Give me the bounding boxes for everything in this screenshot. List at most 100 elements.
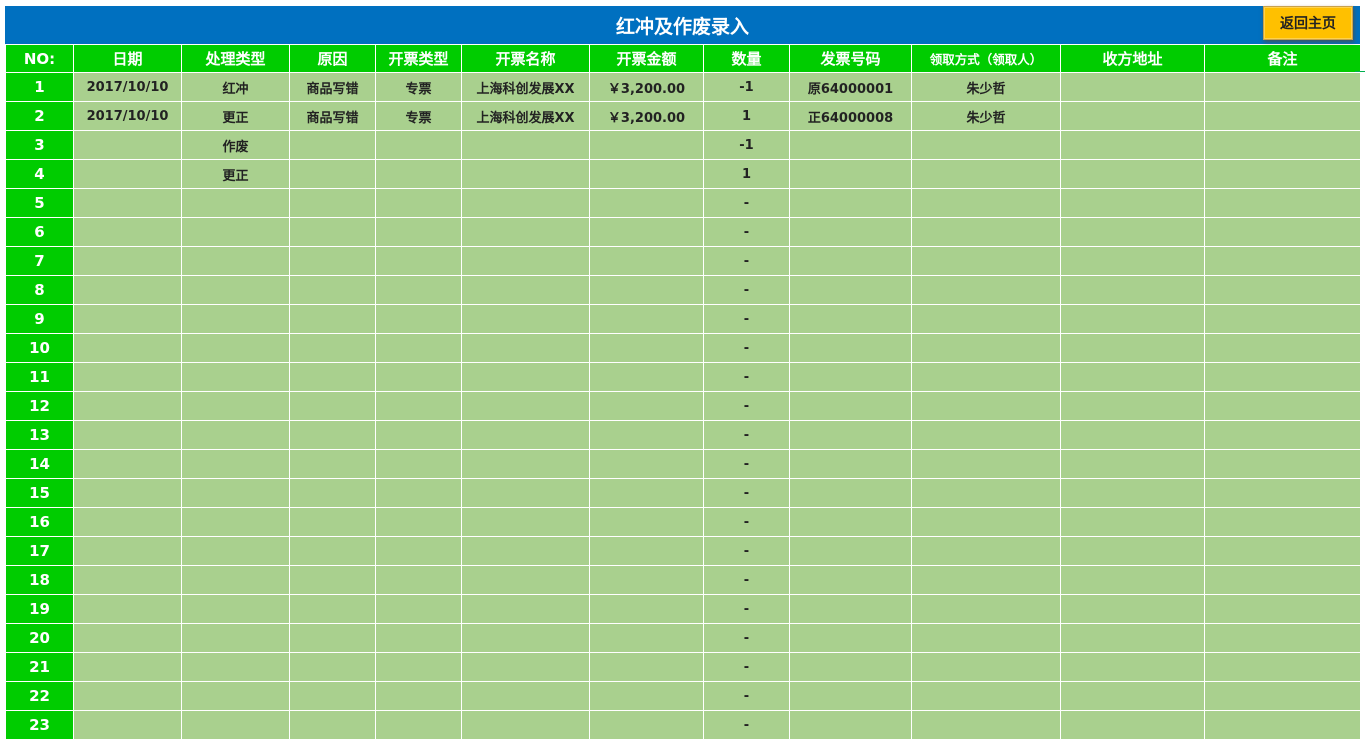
receiver-cell[interactable]: 朱少哲 — [911, 101, 1061, 131]
receiver-cell[interactable] — [911, 623, 1061, 653]
quantity-cell[interactable]: -1 — [703, 72, 790, 102]
invoice-type-cell[interactable] — [375, 246, 462, 276]
date-cell[interactable] — [73, 304, 182, 334]
amount-cell[interactable]: ￥3,200.00 — [589, 72, 704, 102]
date-cell[interactable] — [73, 391, 182, 421]
reason-cell[interactable]: 商品写错 — [289, 101, 376, 131]
date-cell[interactable] — [73, 710, 182, 740]
reason-cell[interactable] — [289, 594, 376, 624]
invoice-number-cell[interactable] — [789, 536, 912, 566]
reason-cell[interactable] — [289, 159, 376, 189]
note-cell[interactable] — [1204, 72, 1360, 102]
invoice-type-cell[interactable] — [375, 507, 462, 537]
process-type-cell[interactable]: 作废 — [181, 130, 290, 160]
note-cell[interactable] — [1204, 304, 1360, 334]
process-type-cell[interactable] — [181, 449, 290, 479]
invoice-name-cell[interactable]: 上海科创发展XX — [461, 72, 590, 102]
note-cell[interactable] — [1204, 623, 1360, 653]
address-cell[interactable] — [1060, 159, 1205, 189]
reason-cell[interactable] — [289, 652, 376, 682]
note-cell[interactable] — [1204, 362, 1360, 392]
invoice-name-cell[interactable] — [461, 420, 590, 450]
invoice-number-cell[interactable] — [789, 478, 912, 508]
invoice-name-cell[interactable]: 上海科创发展XX — [461, 101, 590, 131]
quantity-cell[interactable]: - — [703, 217, 790, 247]
address-cell[interactable] — [1060, 536, 1205, 566]
process-type-cell[interactable]: 红冲 — [181, 72, 290, 102]
process-type-cell[interactable] — [181, 275, 290, 305]
address-cell[interactable] — [1060, 391, 1205, 421]
process-type-cell[interactable] — [181, 652, 290, 682]
note-cell[interactable] — [1204, 130, 1360, 160]
amount-cell[interactable] — [589, 362, 704, 392]
date-cell[interactable] — [73, 217, 182, 247]
date-cell[interactable] — [73, 130, 182, 160]
amount-cell[interactable] — [589, 623, 704, 653]
return-home-button[interactable]: 返回主页 — [1263, 6, 1353, 40]
quantity-cell[interactable]: - — [703, 420, 790, 450]
receiver-cell[interactable] — [911, 188, 1061, 218]
invoice-name-cell[interactable] — [461, 594, 590, 624]
note-cell[interactable] — [1204, 333, 1360, 363]
quantity-cell[interactable]: - — [703, 594, 790, 624]
receiver-cell[interactable]: 朱少哲 — [911, 72, 1061, 102]
invoice-number-cell[interactable] — [789, 159, 912, 189]
invoice-name-cell[interactable] — [461, 362, 590, 392]
reason-cell[interactable] — [289, 507, 376, 537]
invoice-type-cell[interactable] — [375, 333, 462, 363]
invoice-number-cell[interactable] — [789, 130, 912, 160]
amount-cell[interactable] — [589, 449, 704, 479]
note-cell[interactable] — [1204, 594, 1360, 624]
invoice-type-cell[interactable] — [375, 391, 462, 421]
receiver-cell[interactable] — [911, 681, 1061, 711]
note-cell[interactable] — [1204, 420, 1360, 450]
note-cell[interactable] — [1204, 652, 1360, 682]
receiver-cell[interactable] — [911, 246, 1061, 276]
note-cell[interactable] — [1204, 507, 1360, 537]
col-header-receiver[interactable]: 领取方式（领取人） — [911, 44, 1061, 73]
address-cell[interactable] — [1060, 217, 1205, 247]
receiver-cell[interactable] — [911, 333, 1061, 363]
reason-cell[interactable] — [289, 362, 376, 392]
address-cell[interactable] — [1060, 652, 1205, 682]
col-header-invoice-number[interactable]: 发票号码 — [789, 44, 912, 73]
amount-cell[interactable] — [589, 333, 704, 363]
note-cell[interactable] — [1204, 188, 1360, 218]
note-cell[interactable] — [1204, 681, 1360, 711]
invoice-number-cell[interactable] — [789, 507, 912, 537]
date-cell[interactable] — [73, 333, 182, 363]
invoice-number-cell[interactable] — [789, 333, 912, 363]
reason-cell[interactable] — [289, 391, 376, 421]
quantity-cell[interactable]: - — [703, 304, 790, 334]
address-cell[interactable] — [1060, 72, 1205, 102]
reason-cell[interactable] — [289, 304, 376, 334]
quantity-cell[interactable]: - — [703, 681, 790, 711]
note-cell[interactable] — [1204, 710, 1360, 740]
invoice-type-cell[interactable] — [375, 420, 462, 450]
date-cell[interactable] — [73, 681, 182, 711]
date-cell[interactable]: 2017/10/10 — [73, 101, 182, 131]
receiver-cell[interactable] — [911, 275, 1061, 305]
quantity-cell[interactable]: - — [703, 507, 790, 537]
note-cell[interactable] — [1204, 449, 1360, 479]
date-cell[interactable] — [73, 478, 182, 508]
process-type-cell[interactable] — [181, 623, 290, 653]
amount-cell[interactable] — [589, 710, 704, 740]
invoice-number-cell[interactable] — [789, 217, 912, 247]
reason-cell[interactable] — [289, 188, 376, 218]
amount-cell[interactable] — [589, 130, 704, 160]
process-type-cell[interactable]: 更正 — [181, 159, 290, 189]
address-cell[interactable] — [1060, 304, 1205, 334]
invoice-number-cell[interactable] — [789, 188, 912, 218]
note-cell[interactable] — [1204, 101, 1360, 131]
amount-cell[interactable] — [589, 594, 704, 624]
receiver-cell[interactable] — [911, 362, 1061, 392]
invoice-number-cell[interactable] — [789, 652, 912, 682]
amount-cell[interactable] — [589, 565, 704, 595]
invoice-type-cell[interactable] — [375, 275, 462, 305]
process-type-cell[interactable] — [181, 681, 290, 711]
date-cell[interactable] — [73, 246, 182, 276]
col-header-amount[interactable]: 开票金额 — [589, 44, 704, 73]
invoice-number-cell[interactable] — [789, 623, 912, 653]
process-type-cell[interactable] — [181, 710, 290, 740]
